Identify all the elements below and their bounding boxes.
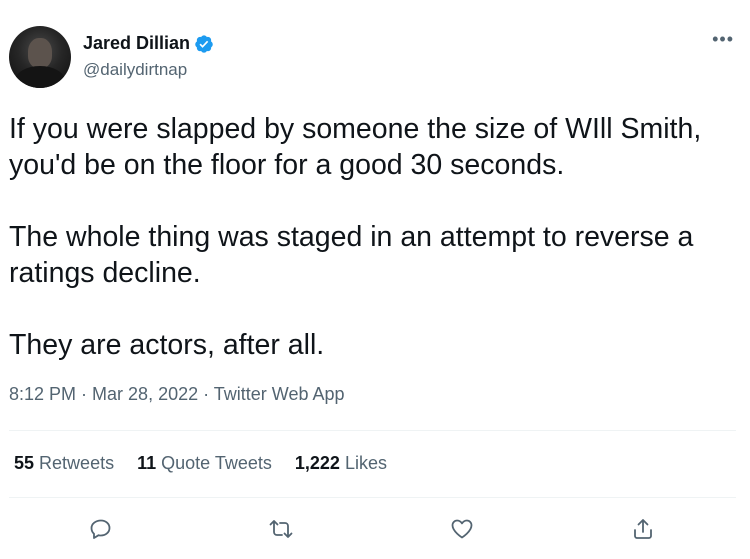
quote-tweets-label: Quote Tweets [161, 453, 272, 473]
meta-separator: · [76, 384, 93, 404]
quote-tweets-stat[interactable]: 11 Quote Tweets [137, 453, 272, 474]
like-button[interactable] [447, 514, 477, 544]
likes-count: 1,222 [294, 453, 340, 473]
author-handle[interactable]: @dailydirtnap [83, 60, 187, 80]
verified-badge-icon [195, 34, 213, 53]
reply-button[interactable] [86, 514, 116, 544]
meta-separator: · [198, 384, 214, 404]
likes-stat[interactable]: 1,222 Likes [295, 453, 387, 474]
tweet-source[interactable]: Twitter Web App [214, 384, 345, 404]
quote-tweets-count: 11 [137, 453, 157, 473]
retweet-icon [269, 520, 293, 538]
retweets-stat[interactable]: 55 Retweets [14, 453, 114, 474]
tweet-actions [0, 510, 750, 550]
divider [9, 430, 736, 431]
tweet-paragraph: If you were slapped by someone the size … [9, 113, 702, 181]
tweet-paragraph: They are actors, after all. [9, 329, 325, 361]
retweet-button[interactable] [266, 514, 296, 544]
more-icon[interactable]: ••• [712, 30, 734, 48]
divider [9, 497, 736, 498]
likes-label: Likes [344, 453, 387, 473]
heart-icon [451, 519, 473, 539]
avatar-shoulders [15, 66, 65, 88]
tweet-text: If you were slapped by someone the size … [9, 111, 739, 363]
retweets-label: Retweets [39, 453, 115, 473]
tweet-meta: 8:12 PM · Mar 28, 2022 · Twitter Web App [9, 384, 345, 405]
tweet-date[interactable]: Mar 28, 2022 [92, 384, 198, 404]
tweet-paragraph: The whole thing was staged in an attempt… [9, 221, 694, 289]
reply-icon [90, 519, 111, 539]
tweet-stats: 55 Retweets 11 Quote Tweets 1,222 Likes [14, 453, 410, 474]
author-name-row[interactable]: Jared Dillian [83, 33, 214, 54]
share-icon [634, 519, 652, 539]
tweet-time[interactable]: 8:12 PM [9, 384, 76, 404]
retweets-count: 55 [14, 453, 35, 473]
avatar-face [28, 38, 52, 68]
author-display-name[interactable]: Jared Dillian [83, 33, 190, 54]
avatar[interactable] [9, 26, 71, 88]
share-button[interactable] [628, 514, 658, 544]
tweet-header: Jared Dillian @dailydirtnap ••• [0, 0, 750, 96]
